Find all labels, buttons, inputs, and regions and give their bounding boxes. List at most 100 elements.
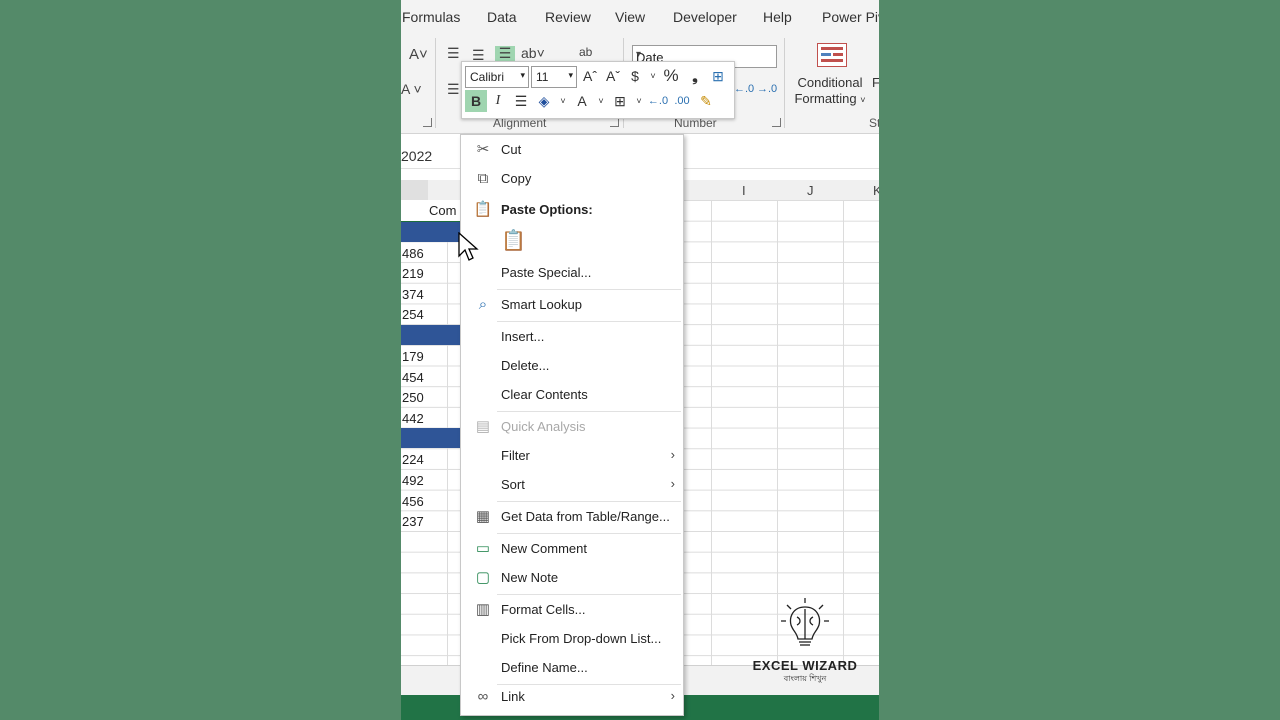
wrap-text-icon[interactable]: ab: [579, 45, 592, 59]
chevron-down-icon: ▾: [520, 70, 525, 80]
font-color-icon[interactable]: A ˅: [401, 82, 422, 96]
percent-button[interactable]: %: [660, 65, 682, 87]
middle-align-icon[interactable]: ☰: [472, 48, 485, 62]
group-separator: [435, 38, 436, 128]
formula-bar-value: 2022: [401, 148, 433, 164]
context-menu: ✂ Cut ⧉ Copy 📋 Paste Options: 📋 Paste Sp…: [460, 134, 684, 716]
table-cell[interactable]: 179: [402, 349, 424, 364]
menu-item-get-data[interactable]: ▦ Get Data from Table/Range...: [461, 505, 683, 529]
table-cell[interactable]: 442: [402, 411, 424, 426]
top-align-icon[interactable]: ☰: [447, 46, 460, 60]
group-header-row[interactable]: [401, 428, 461, 448]
styles-group-label: St: [869, 116, 879, 130]
menu-item-paste-special[interactable]: Paste Special...: [461, 261, 683, 285]
bold-button[interactable]: B: [465, 90, 487, 112]
menu-item-format-cells[interactable]: ▥ Format Cells...: [461, 598, 683, 622]
decrease-font-size-icon[interactable]: Aˇ: [602, 65, 624, 87]
column-header-j[interactable]: J: [807, 183, 814, 198]
menu-item-smart-lookup[interactable]: ⌕ Smart Lookup: [461, 293, 683, 317]
menu-item-label: Paste Special...: [501, 265, 592, 280]
table-cell[interactable]: 492: [402, 473, 424, 488]
menu-separator: [497, 321, 681, 322]
menu-separator: [497, 411, 681, 412]
merge-center-icon[interactable]: ⊞: [707, 65, 729, 87]
selected-header-cell[interactable]: Com: [401, 200, 461, 223]
column-header-i[interactable]: I: [742, 183, 746, 198]
table-cell[interactable]: 254: [402, 307, 424, 322]
chevron-right-icon: ›: [670, 688, 675, 703]
table-cell[interactable]: 219: [402, 266, 424, 281]
tab-data[interactable]: Data: [487, 9, 517, 25]
menu-item-define-name[interactable]: Define Name...: [461, 656, 683, 680]
group-header-row[interactable]: [401, 325, 461, 345]
table-cell[interactable]: 454: [402, 370, 424, 385]
menu-item-insert[interactable]: Insert...: [461, 325, 683, 349]
increase-font-size-icon[interactable]: Aˆ: [579, 65, 601, 87]
paste-clipboard-icon[interactable]: 📋: [501, 228, 527, 256]
font-name-select[interactable]: Calibri ▾: [465, 66, 529, 88]
table-cell[interactable]: 486: [402, 246, 424, 261]
format-painter-icon[interactable]: ✎: [695, 90, 717, 112]
menu-item-filter[interactable]: Filter ›: [461, 444, 683, 468]
conditional-formatting-label-2: Formatting: [794, 91, 857, 106]
conditional-formatting-icon[interactable]: [817, 43, 847, 67]
decrease-decimal-icon[interactable]: →.0: [757, 82, 777, 96]
tab-developer[interactable]: Developer: [673, 9, 737, 25]
decrease-font-icon[interactable]: A˅: [409, 47, 428, 62]
menu-item-label: Get Data from Table/Range...: [501, 509, 670, 524]
number-group-launcher-icon[interactable]: [772, 118, 781, 127]
table-cell[interactable]: 224: [402, 452, 424, 467]
lightbulb-brain-icon: [781, 598, 829, 646]
format-as-table-fragment[interactable]: F: [872, 75, 879, 90]
decrease-decimal-icon[interactable]: .00: [671, 90, 693, 112]
chevron-down-icon: ˅: [860, 95, 866, 105]
menu-item-new-comment[interactable]: ▭ New Comment: [461, 537, 683, 561]
link-icon: ∞: [477, 688, 489, 705]
menu-item-delete[interactable]: Delete...: [461, 354, 683, 378]
tab-view[interactable]: View: [615, 9, 645, 25]
menu-item-label: Paste Options:: [501, 202, 593, 217]
increase-decimal-icon[interactable]: ←.0: [734, 82, 754, 96]
table-cell[interactable]: 237: [402, 514, 424, 529]
group-header-row[interactable]: [401, 222, 461, 242]
menu-item-link[interactable]: ∞ Link ›: [461, 685, 683, 709]
italic-button[interactable]: I: [487, 90, 509, 112]
table-cell[interactable]: 456: [402, 494, 424, 509]
table-cell[interactable]: 374: [402, 287, 424, 302]
menu-item-label: New Note: [501, 570, 559, 585]
comma-style-button[interactable]: ❟: [684, 65, 706, 87]
logo-subtitle: বাংলায় শিখুন: [783, 674, 827, 683]
font-group-launcher-icon[interactable]: [423, 118, 432, 127]
excel-wizard-logo: EXCEL WIZARD বাংলায় শিখুন: [752, 597, 858, 686]
new-note-icon: ▢: [475, 569, 491, 586]
menu-item-new-note[interactable]: ▢ New Note: [461, 566, 683, 590]
menu-item-label: New Comment: [501, 541, 587, 556]
menu-item-quick-analysis: ▤ Quick Analysis: [461, 415, 683, 439]
tab-formulas[interactable]: Formulas: [402, 9, 460, 25]
menu-item-sort[interactable]: Sort ›: [461, 473, 683, 497]
menu-item-label: Smart Lookup: [501, 297, 582, 312]
menu-item-copy[interactable]: ⧉ Copy: [461, 167, 683, 191]
tab-power-pivot[interactable]: Power Piv: [822, 9, 879, 25]
menu-item-pick-from-list[interactable]: Pick From Drop-down List...: [461, 627, 683, 651]
menu-item-clear-contents[interactable]: Clear Contents: [461, 383, 683, 407]
font-size-select[interactable]: 11 ▾: [531, 66, 577, 88]
table-cell[interactable]: 250: [402, 390, 424, 405]
alignment-group-launcher-icon[interactable]: [610, 118, 619, 127]
menu-item-cut[interactable]: ✂ Cut: [461, 138, 683, 162]
mouse-cursor-icon: [458, 232, 479, 261]
increase-decimal-icon[interactable]: ←.0: [647, 90, 669, 112]
column-header-highlight: [401, 180, 428, 200]
logo-title: EXCEL WIZARD: [752, 658, 858, 673]
center-align-icon[interactable]: ☰: [510, 90, 532, 112]
copy-icon: ⧉: [477, 170, 489, 187]
orientation-icon[interactable]: ab˅: [521, 46, 545, 60]
column-header-k[interactable]: K: [873, 183, 879, 198]
menu-item-label: Copy: [501, 171, 532, 186]
conditional-formatting-button[interactable]: Conditional Formatting ˅: [789, 75, 871, 106]
menu-separator: [497, 289, 681, 290]
tab-review[interactable]: Review: [545, 9, 591, 25]
chevron-right-icon: ›: [670, 476, 675, 491]
tab-help[interactable]: Help: [763, 9, 792, 25]
align-left-icon[interactable]: ☰: [447, 82, 460, 96]
